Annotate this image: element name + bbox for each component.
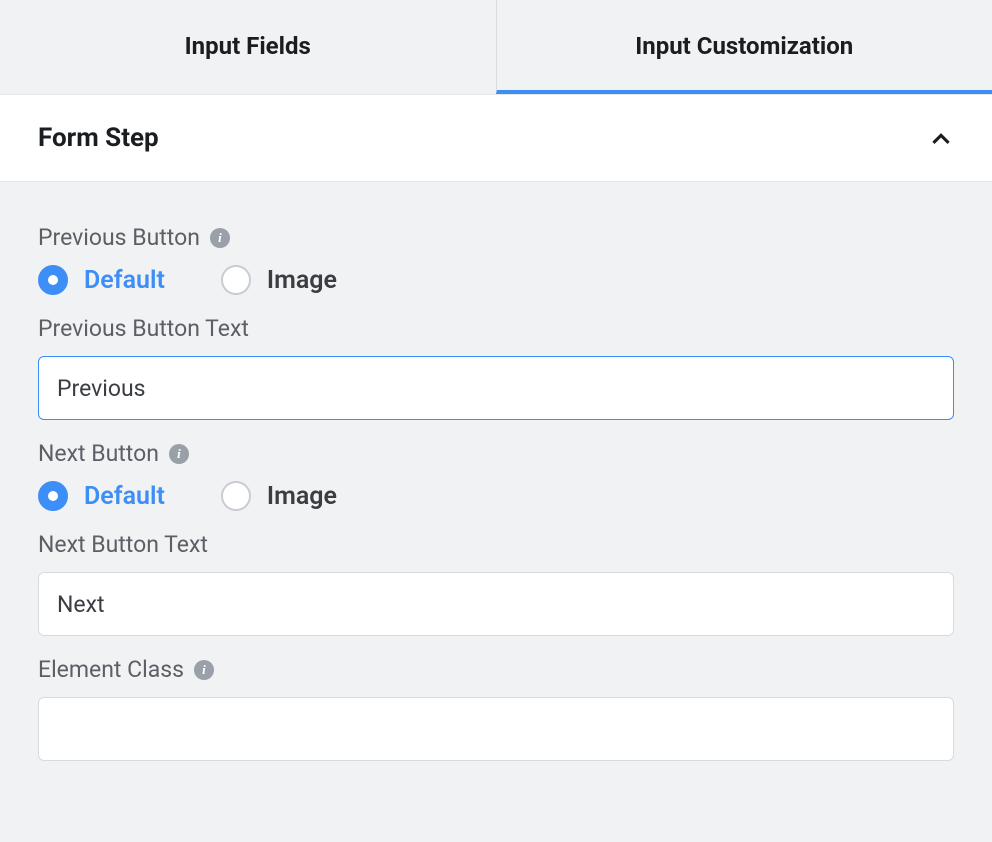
radio-previous-default[interactable]: Default xyxy=(38,265,165,295)
label-text: Previous Button xyxy=(38,224,200,251)
tab-input-customization[interactable]: Input Customization xyxy=(496,0,992,94)
radio-label: Default xyxy=(84,482,165,511)
info-icon[interactable]: i xyxy=(169,444,189,464)
radio-group-previous-button: Default Image xyxy=(38,265,954,295)
radio-next-default[interactable]: Default xyxy=(38,481,165,511)
field-element-class: Element Class i xyxy=(38,656,954,761)
tab-label: Input Customization xyxy=(635,32,853,60)
section-header-form-step[interactable]: Form Step xyxy=(0,94,992,182)
radio-icon xyxy=(221,265,251,295)
label-text: Next Button xyxy=(38,440,159,467)
radio-group-next-button: Default Image xyxy=(38,481,954,511)
tab-bar: Input Fields Input Customization xyxy=(0,0,992,94)
field-label: Next Button Text xyxy=(38,531,954,558)
field-label: Previous Button i xyxy=(38,224,954,251)
radio-label: Image xyxy=(267,482,337,511)
section-body: Previous Button i Default Image Previous… xyxy=(0,182,992,801)
field-previous-button-text: Previous Button Text xyxy=(38,315,954,420)
field-label: Element Class i xyxy=(38,656,954,683)
radio-icon xyxy=(38,265,68,295)
radio-previous-image[interactable]: Image xyxy=(221,265,337,295)
chevron-up-icon[interactable] xyxy=(928,125,954,151)
radio-next-image[interactable]: Image xyxy=(221,481,337,511)
next-button-text-input[interactable] xyxy=(38,572,954,636)
section-title: Form Step xyxy=(38,123,159,153)
radio-label: Default xyxy=(84,266,165,295)
field-next-button: Next Button i Default Image xyxy=(38,440,954,511)
field-next-button-text: Next Button Text xyxy=(38,531,954,636)
element-class-input[interactable] xyxy=(38,697,954,761)
field-previous-button: Previous Button i Default Image xyxy=(38,224,954,295)
info-icon[interactable]: i xyxy=(210,228,230,248)
label-text: Previous Button Text xyxy=(38,315,249,342)
label-text: Element Class xyxy=(38,656,184,683)
radio-icon xyxy=(38,481,68,511)
previous-button-text-input[interactable] xyxy=(38,356,954,420)
tab-input-fields[interactable]: Input Fields xyxy=(0,0,496,94)
info-icon[interactable]: i xyxy=(194,660,214,680)
field-label: Next Button i xyxy=(38,440,954,467)
label-text: Next Button Text xyxy=(38,531,208,558)
radio-label: Image xyxy=(267,266,337,295)
radio-icon xyxy=(221,481,251,511)
tab-label: Input Fields xyxy=(185,32,311,60)
field-label: Previous Button Text xyxy=(38,315,954,342)
